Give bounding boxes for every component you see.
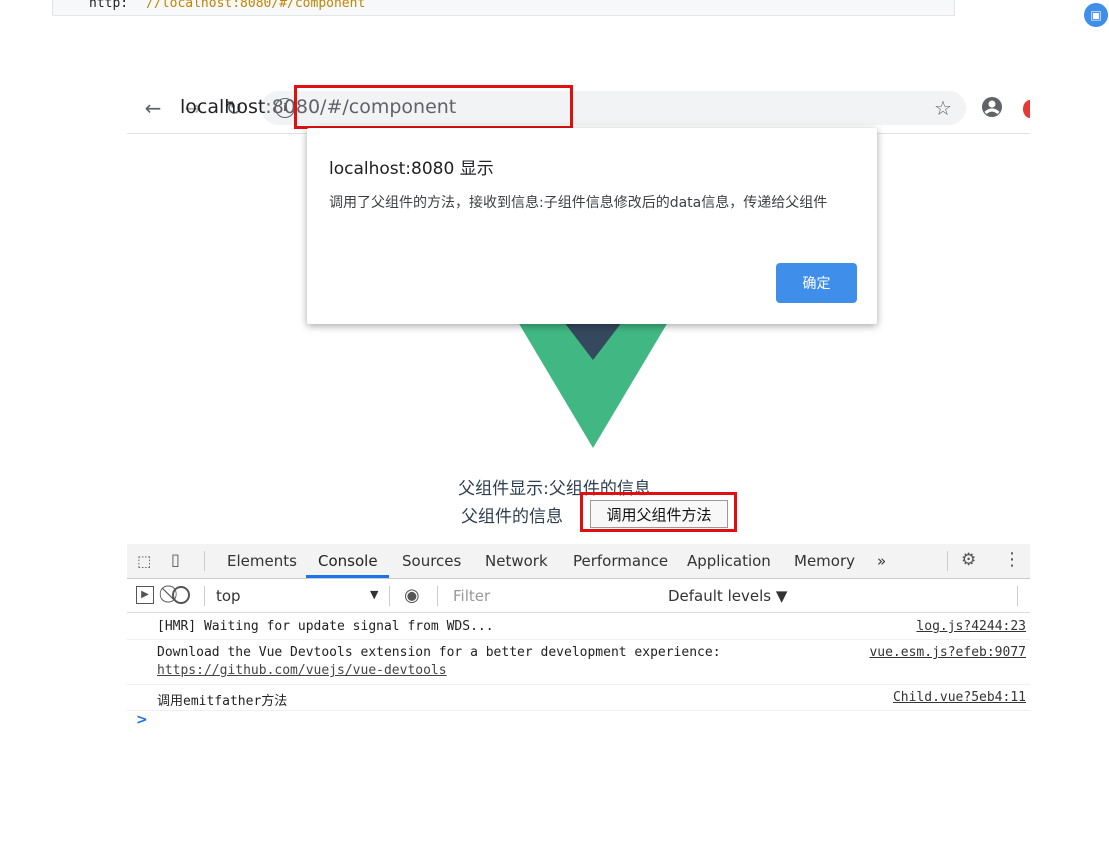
code-prefix: http: xyxy=(89,0,129,11)
active-tab-indicator xyxy=(306,575,389,578)
log-levels-select[interactable]: Default levels ▼ xyxy=(668,587,787,605)
console-log-row: [HMR] Waiting for update signal from WDS… xyxy=(127,613,1030,640)
console-log-row: Download the Vue Devtools extension for … xyxy=(127,640,1030,685)
url-host: localhost xyxy=(180,96,266,118)
vue-devtools-link[interactable]: https://github.com/vuejs/vue-devtools xyxy=(157,663,447,678)
tab-elements[interactable]: Elements xyxy=(227,552,297,570)
devtools-panel: ⬚ ▯ Elements Console Sources Network Per… xyxy=(127,544,1030,844)
sidebar-toggle-icon[interactable]: ▶ xyxy=(136,586,154,604)
star-icon[interactable]: ☆ xyxy=(931,96,955,120)
log-source-link[interactable]: Child.vue?5eb4:11 xyxy=(893,690,1026,705)
extension-icon[interactable] xyxy=(1023,100,1030,118)
code-url: //localhost:8080/#/component xyxy=(146,0,366,11)
device-toolbar-icon[interactable]: ▯ xyxy=(171,550,180,569)
filter-placeholder: Filter xyxy=(453,587,491,605)
tab-sources[interactable]: Sources xyxy=(402,552,461,570)
alert-dialog: localhost:8080 显示 调用了父组件的方法，接收到信息:子组件信息修… xyxy=(307,128,877,324)
log-message: 调用emitfather方法 xyxy=(157,694,288,709)
more-tabs-icon[interactable]: » xyxy=(877,552,886,570)
log-source-link[interactable]: vue.esm.js?efeb:9077 xyxy=(869,645,1026,660)
tab-performance[interactable]: Performance xyxy=(573,552,668,570)
code-snippet-strip: http: //localhost:8080/#/component xyxy=(52,0,955,16)
settings-gear-icon[interactable]: ⚙ xyxy=(961,550,976,570)
log-message: [HMR] Waiting for update signal from WDS… xyxy=(157,619,494,634)
devtools-tab-bar: ⬚ ▯ Elements Console Sources Network Per… xyxy=(127,544,1030,579)
console-log-row: 调用emitfather方法 Child.vue?5eb4:11 xyxy=(127,685,1030,711)
block-icon[interactable] xyxy=(172,586,190,604)
tab-console[interactable]: Console xyxy=(318,552,378,570)
more-options-icon[interactable]: ⋮ xyxy=(1003,549,1021,570)
url-highlight-box xyxy=(294,85,573,129)
alert-title: localhost:8080 显示 xyxy=(329,159,494,179)
button-highlight-box xyxy=(580,492,737,532)
console-prompt[interactable]: > xyxy=(136,712,148,728)
parent-display-text: 父组件显示:父组件的信息 xyxy=(458,479,651,499)
tab-network[interactable]: Network xyxy=(485,552,548,570)
parent-info-text: 父组件的信息 xyxy=(461,507,563,527)
eye-icon[interactable]: ◉ xyxy=(404,585,420,606)
inspect-element-icon[interactable]: ⬚ xyxy=(137,552,151,570)
filter-input[interactable]: Filter xyxy=(443,584,655,608)
alert-message: 调用了父组件的方法，接收到信息:子组件信息修改后的data信息，传递给父组件 xyxy=(329,195,828,211)
alert-ok-button[interactable]: 确定 xyxy=(776,263,857,303)
account-icon[interactable] xyxy=(980,96,1004,120)
console-toolbar: ▶ ⃠ top ▼ ◉ Filter Default levels ▼ xyxy=(127,579,1030,613)
vue-logo-icon xyxy=(518,322,668,448)
translate-widget-icon[interactable]: ▣ xyxy=(1084,3,1108,27)
context-dropdown-icon[interactable]: ▼ xyxy=(370,588,378,601)
log-message: Download the Vue Devtools extension for … xyxy=(157,645,721,660)
tab-application[interactable]: Application xyxy=(687,552,771,570)
tab-memory[interactable]: Memory xyxy=(794,552,855,570)
context-select[interactable]: top xyxy=(216,587,241,605)
log-source-link[interactable]: log.js?4244:23 xyxy=(916,619,1026,634)
back-arrow-icon[interactable]: ← xyxy=(141,96,165,120)
